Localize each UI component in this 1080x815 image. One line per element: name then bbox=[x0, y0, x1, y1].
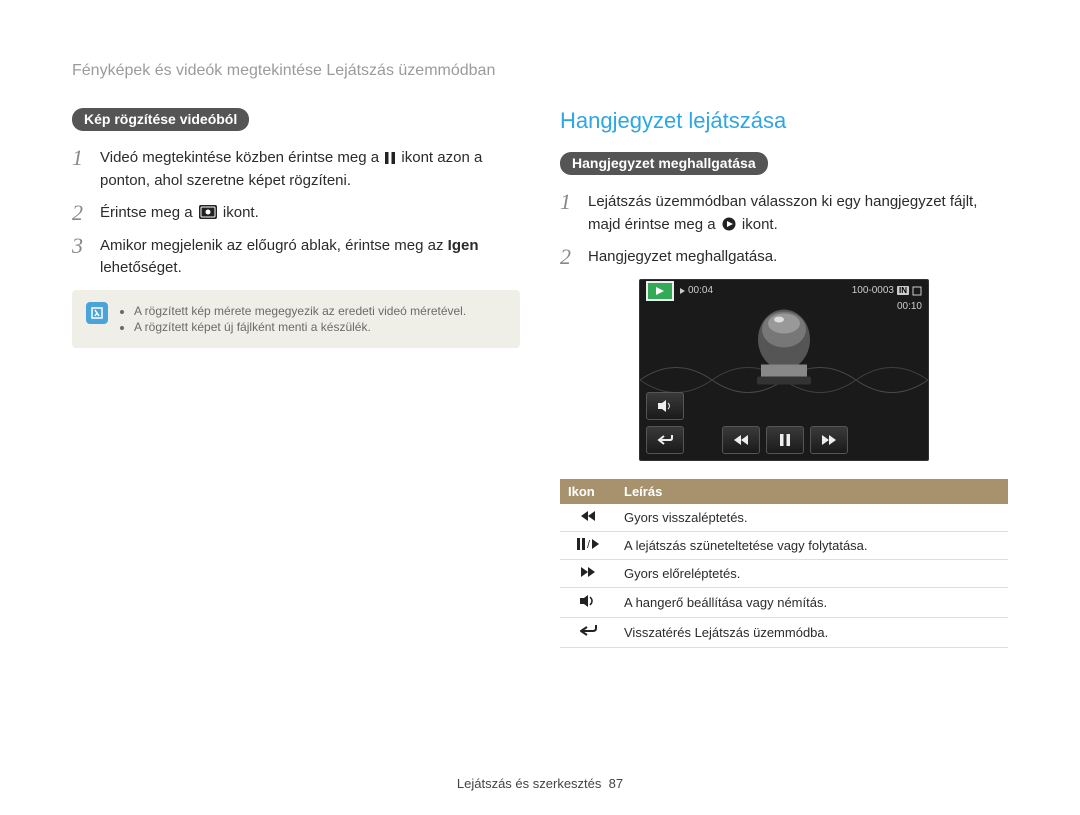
table-cell: A hangerő beállítása vagy némítás. bbox=[616, 587, 1008, 617]
note-item: A rögzített képet új fájlként menti a ké… bbox=[134, 320, 466, 334]
right-column: Hangjegyzet lejátszása Hangjegyzet megha… bbox=[560, 108, 1008, 648]
note-item: A rögzített kép mérete megegyezik az ere… bbox=[134, 304, 466, 318]
memo-icon bbox=[912, 286, 922, 296]
step-number: 1 bbox=[560, 191, 578, 213]
step-number: 2 bbox=[560, 246, 578, 268]
pause-play-icon: / bbox=[560, 531, 616, 559]
step: 2 Érintse meg a ikont. bbox=[72, 202, 520, 225]
step-bold: Igen bbox=[448, 237, 479, 254]
step: 1 Lejátszás üzemmódban válasszon ki egy … bbox=[560, 191, 1008, 236]
svg-text:/: / bbox=[587, 539, 591, 550]
elapsed-time: 00:04 bbox=[688, 285, 713, 296]
table-cell: A lejátszás szüneteltetése vagy folytatá… bbox=[616, 531, 1008, 559]
rewind-icon bbox=[560, 504, 616, 532]
pause-icon bbox=[385, 152, 395, 164]
icon-description-table: Ikon Leírás Gyors visszaléptetés. / A le… bbox=[560, 479, 1008, 648]
table-row: / A lejátszás szüneteltetése vagy folyta… bbox=[560, 531, 1008, 559]
note-box: A rögzített kép mérete megegyezik az ere… bbox=[72, 290, 520, 348]
step: 1 Videó megtekintése közben érintse meg … bbox=[72, 147, 520, 192]
step-text: Videó megtekintése közben érintse meg a bbox=[100, 149, 383, 166]
step-number: 1 bbox=[72, 147, 90, 169]
file-code: 100-0003 bbox=[852, 285, 894, 296]
back-button[interactable] bbox=[646, 426, 684, 454]
step-text: Érintse meg a bbox=[100, 204, 197, 221]
step-text: Amikor megjelenik az előugró ablak, érin… bbox=[100, 237, 448, 254]
right-steps: 1 Lejátszás üzemmódban válasszon ki egy … bbox=[560, 191, 1008, 269]
table-cell: Gyors előreléptetés. bbox=[616, 559, 1008, 587]
footer-label: Lejátszás és szerkesztés bbox=[457, 776, 602, 791]
pause-button[interactable] bbox=[766, 426, 804, 454]
volume-button[interactable] bbox=[646, 392, 684, 420]
rewind-button[interactable] bbox=[722, 426, 760, 454]
indicator-icon bbox=[680, 288, 685, 294]
right-pill: Hangjegyzet meghallgatása bbox=[560, 152, 768, 175]
step-text: ikont. bbox=[742, 216, 778, 233]
footer-page: 87 bbox=[609, 776, 623, 791]
back-icon bbox=[560, 617, 616, 647]
step-text: lehetőséget. bbox=[100, 259, 182, 276]
voice-memo-player: 00:04 100-0003 IN 00:10 bbox=[639, 279, 929, 461]
table-header-desc: Leírás bbox=[616, 479, 1008, 504]
table-row: Gyors visszaléptetés. bbox=[560, 504, 1008, 532]
step-number: 3 bbox=[72, 235, 90, 257]
play-icon bbox=[722, 217, 736, 231]
table-row: Visszatérés Lejátszás üzemmódba. bbox=[560, 617, 1008, 647]
left-pill: Kép rögzítése videóból bbox=[72, 108, 249, 131]
page-footer: Lejátszás és szerkesztés 87 bbox=[0, 776, 1080, 791]
forward-button[interactable] bbox=[810, 426, 848, 454]
step-text: Hangjegyzet meghallgatása. bbox=[588, 246, 1008, 269]
table-row: Gyors előreléptetés. bbox=[560, 559, 1008, 587]
left-steps: 1 Videó megtekintése közben érintse meg … bbox=[72, 147, 520, 280]
table-cell: Visszatérés Lejátszás üzemmódba. bbox=[616, 617, 1008, 647]
step-text: Lejátszás üzemmódban válasszon ki egy ha… bbox=[588, 193, 977, 233]
volume-icon bbox=[560, 587, 616, 617]
table-cell: Gyors visszaléptetés. bbox=[616, 504, 1008, 532]
section-title: Hangjegyzet lejátszása bbox=[560, 108, 1008, 134]
step-text: ikont. bbox=[223, 204, 259, 221]
total-time: 00:10 bbox=[897, 301, 922, 312]
storage-badge: IN bbox=[897, 286, 909, 295]
table-header-icon: Ikon bbox=[560, 479, 616, 504]
forward-icon bbox=[560, 559, 616, 587]
note-icon bbox=[86, 302, 108, 324]
capture-icon bbox=[199, 205, 217, 219]
table-row: A hangerő beállítása vagy némítás. bbox=[560, 587, 1008, 617]
breadcrumb: Fényképek és videók megtekintése Lejátsz… bbox=[72, 62, 1008, 80]
left-column: Kép rögzítése videóból 1 Videó megtekint… bbox=[72, 108, 520, 648]
microphone-icon bbox=[749, 310, 819, 415]
step-number: 2 bbox=[72, 202, 90, 224]
step: 2 Hangjegyzet meghallgatása. bbox=[560, 246, 1008, 269]
step: 3 Amikor megjelenik az előugró ablak, ér… bbox=[72, 235, 520, 280]
